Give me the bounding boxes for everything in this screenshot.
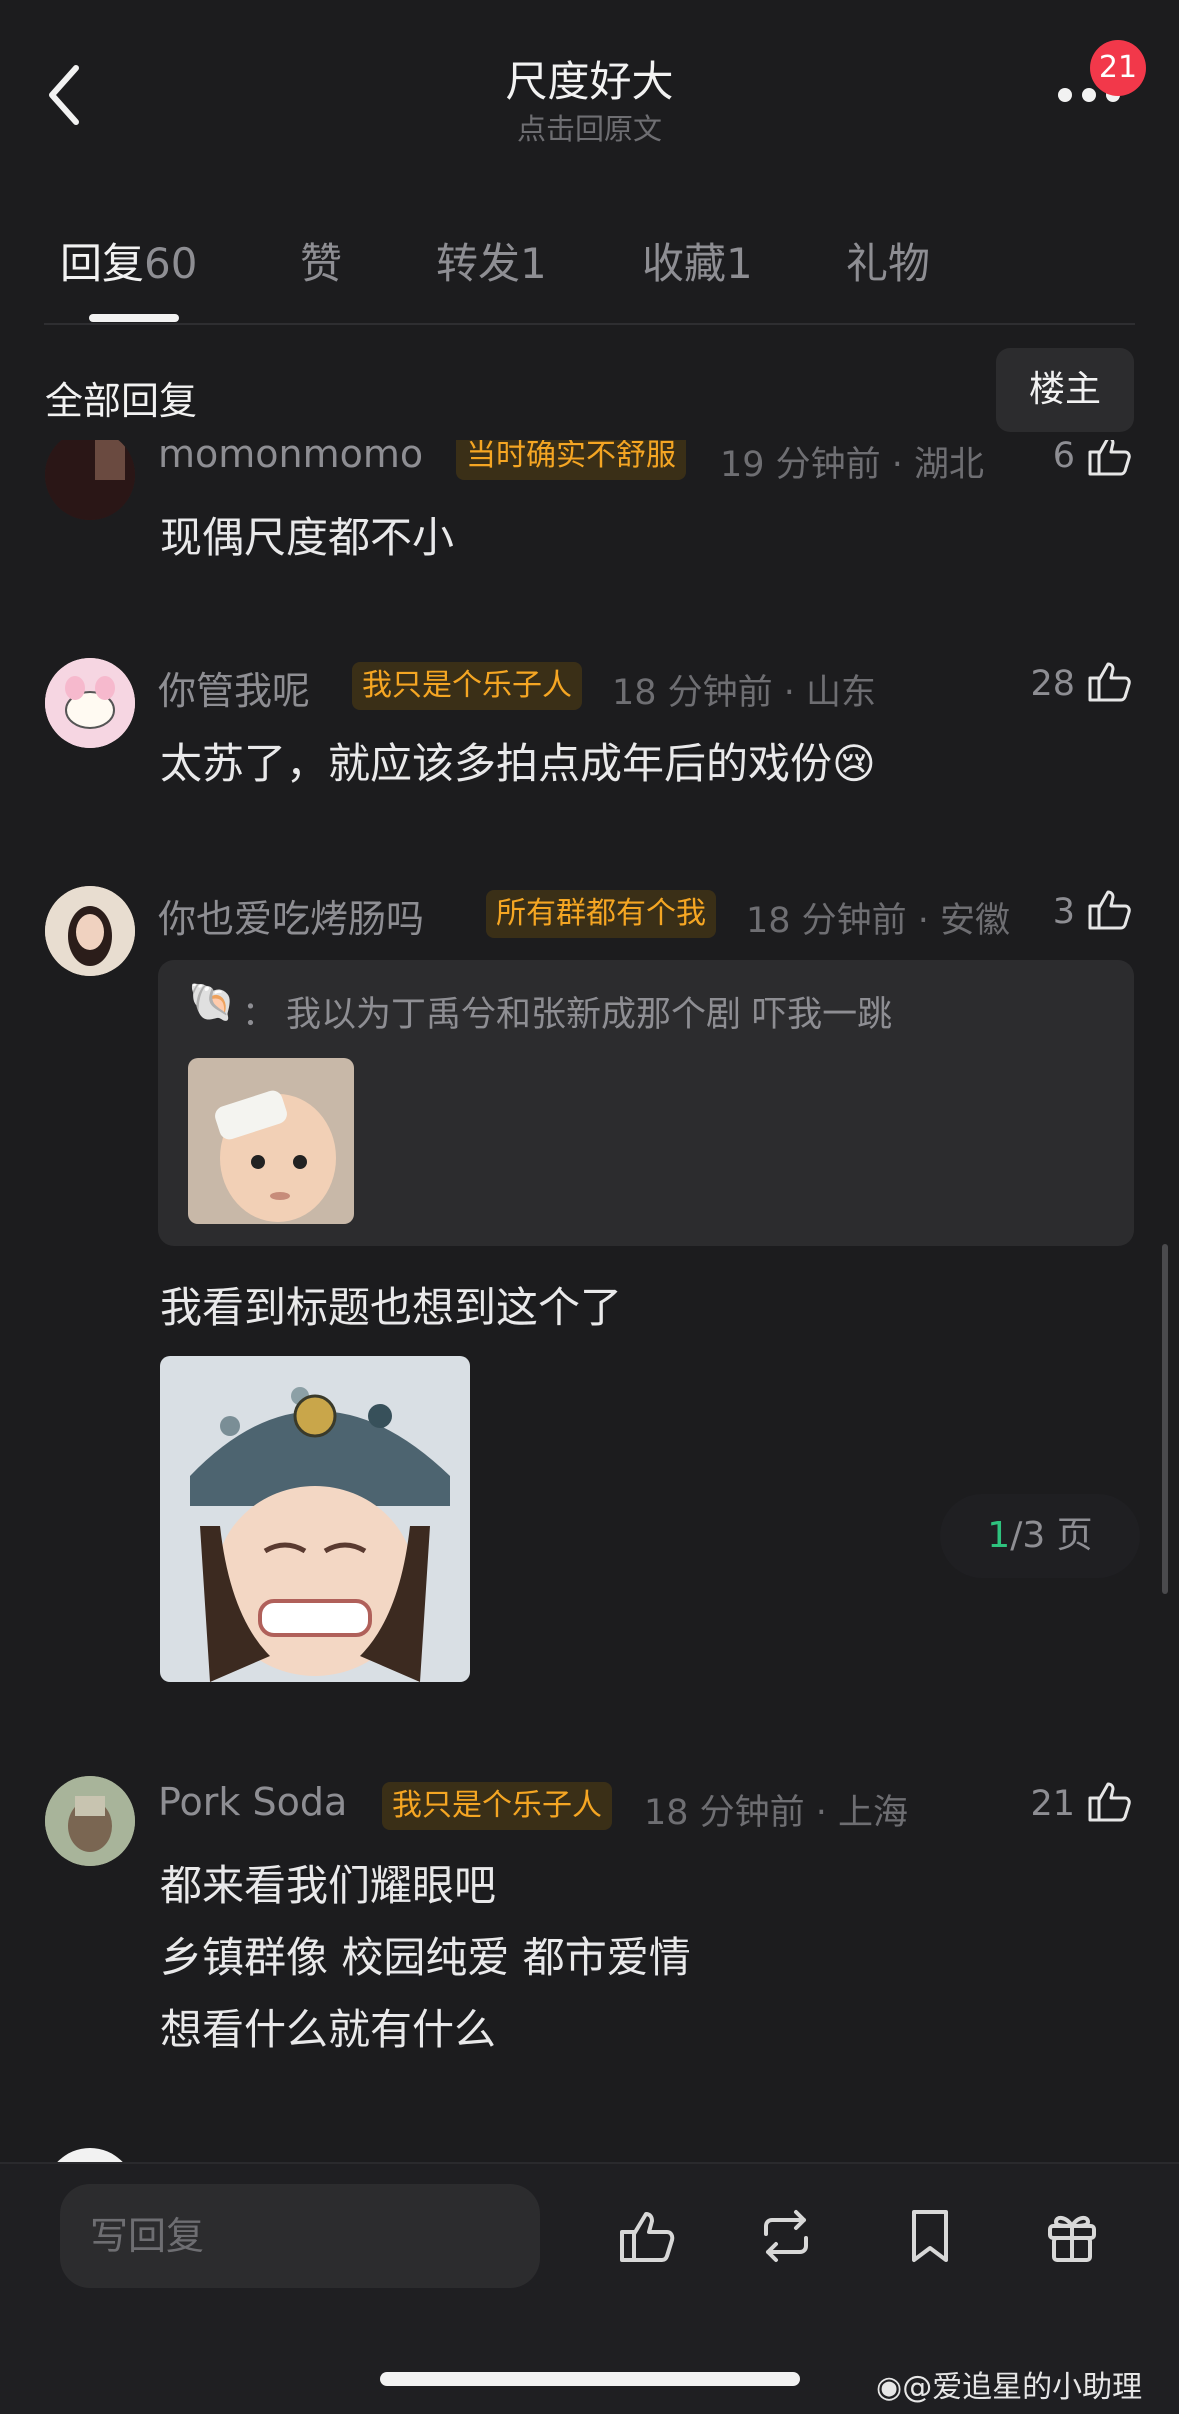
page-indicator[interactable]: 1/3 页 [940, 1494, 1140, 1578]
comment-text: 想看什么就有什么 [160, 2005, 497, 2054]
back-to-original-link[interactable]: 点击回原文 [0, 106, 1179, 148]
comment-meta: 18 分钟前 · 上海 [644, 1793, 909, 1833]
tab-favorites[interactable]: 收藏1 [642, 230, 753, 291]
like-count: 21 [1030, 1784, 1075, 1824]
like-count: 28 [1030, 664, 1075, 704]
like-count: 3 [1052, 892, 1075, 932]
tab-label: 回复 [60, 239, 145, 288]
comment-username[interactable]: momonmomo [158, 440, 423, 476]
user-tag: 我只是个乐子人 [382, 1782, 612, 1830]
comment-meta: 19 分钟前 · 湖北 [720, 445, 985, 485]
avatar[interactable] [45, 440, 135, 520]
comment-text: 乡镇群像 校园纯爱 都市爱情 [160, 1933, 691, 1982]
divider [44, 323, 1135, 325]
watermark: ◉@爱追星的小助理 [876, 2362, 1142, 2406]
op-only-filter-button[interactable]: 楼主 [996, 348, 1134, 432]
avatar[interactable] [45, 658, 135, 748]
avatar[interactable] [45, 1776, 135, 1866]
scrollbar[interactable] [1162, 1244, 1168, 1594]
comment-username[interactable]: 你管我呢 [158, 660, 310, 715]
comment-username[interactable]: Pork Soda [158, 1780, 347, 1824]
reply-input[interactable]: 写回复 [60, 2184, 540, 2288]
thumbs-up-icon[interactable] [1084, 440, 1134, 480]
tab-likes[interactable]: 赞 [300, 230, 342, 291]
soldier-girl-image [160, 1356, 470, 1682]
user-tag: 所有群都有个我 [486, 890, 716, 938]
top-nav-bar: 尺度好大 点击回原文 21 [0, 0, 1179, 170]
quote-text: 我以为丁禹兮和张新成那个剧 吓我一跳 [286, 995, 893, 1035]
comment-text: 现偶尺度都不小 [160, 513, 455, 562]
comment-list: momonmomo 当时确实不舒服 19 分钟前 · 湖北 6 现偶尺度都不小 … [0, 440, 1179, 2162]
quoted-reply[interactable]: 🐚 ： 我以为丁禹兮和张新成那个剧 吓我一跳 [158, 960, 1134, 1246]
avatar-image [45, 1776, 135, 1866]
comment-username[interactable]: 你也爱吃烤肠吗 [158, 888, 424, 943]
thumbs-up-icon[interactable] [1084, 884, 1134, 934]
gift-icon[interactable] [1040, 2204, 1104, 2268]
baby-image [188, 1058, 354, 1224]
avatar-image [45, 658, 135, 748]
avatar-image [45, 886, 135, 976]
thumbs-up-icon[interactable] [1084, 1776, 1134, 1826]
active-tab-indicator [89, 314, 179, 322]
tab-count: 60 [144, 239, 198, 288]
repost-icon[interactable] [754, 2204, 818, 2268]
like-icon[interactable] [614, 2204, 678, 2268]
crying-emoji-icon: 😢 [832, 739, 876, 788]
tab-count: 1 [520, 239, 547, 288]
tab-count: 1 [726, 239, 753, 288]
comment-text-line: 太苏了，就应该多拍点成年后的戏份 [160, 739, 833, 788]
comment-meta: 18 分钟前 · 安徽 [746, 901, 1011, 941]
avatar[interactable] [45, 2148, 135, 2162]
dot-icon [1058, 88, 1072, 102]
quoted-image[interactable] [188, 1058, 354, 1224]
weibo-logo-icon: ◉ [876, 2370, 903, 2405]
tab-replies[interactable]: 回复60 [60, 230, 197, 291]
comment-meta: 18 分钟前 · 山东 [612, 673, 877, 713]
notification-badge: 21 [1090, 40, 1146, 96]
watermark-text: @爱追星的小助理 [902, 2370, 1143, 2405]
tab-gifts[interactable]: 礼物 [846, 230, 930, 291]
tab-label: 转发 [436, 239, 521, 288]
comment-text: 都来看我们耀眼吧 [160, 1861, 497, 1910]
current-page: 1 [987, 1515, 1011, 1556]
shell-emoji-icon: 🐚 [188, 980, 236, 1024]
dot-icon [1082, 88, 1096, 102]
section-title: 全部回复 [45, 379, 198, 423]
tab-reposts[interactable]: 转发1 [436, 230, 547, 291]
quote-separator: ： [242, 994, 276, 1034]
avatar[interactable] [45, 886, 135, 976]
bookmark-icon[interactable] [898, 2204, 962, 2268]
tab-label: 赞 [300, 239, 343, 288]
home-indicator[interactable] [380, 2372, 800, 2386]
tab-label: 收藏 [642, 239, 727, 288]
thumbs-up-icon[interactable] [1084, 656, 1134, 706]
user-tag: 当时确实不舒服 [456, 440, 686, 480]
tab-label: 礼物 [846, 239, 931, 288]
comment-list-inner: momonmomo 当时确实不舒服 19 分钟前 · 湖北 6 现偶尺度都不小 … [0, 440, 1179, 2162]
user-tag: 我只是个乐子人 [352, 662, 582, 710]
comment-text: 太苏了，就应该多拍点成年后的戏份😢 [160, 730, 876, 791]
like-count: 6 [1052, 440, 1075, 476]
comment-image[interactable] [160, 1356, 470, 1682]
page-title[interactable]: 尺度好大 [0, 48, 1179, 109]
avatar-image [45, 440, 135, 520]
total-pages: /3 页 [1010, 1515, 1093, 1556]
comment-text: 我看到标题也想到这个了 [160, 1283, 623, 1332]
